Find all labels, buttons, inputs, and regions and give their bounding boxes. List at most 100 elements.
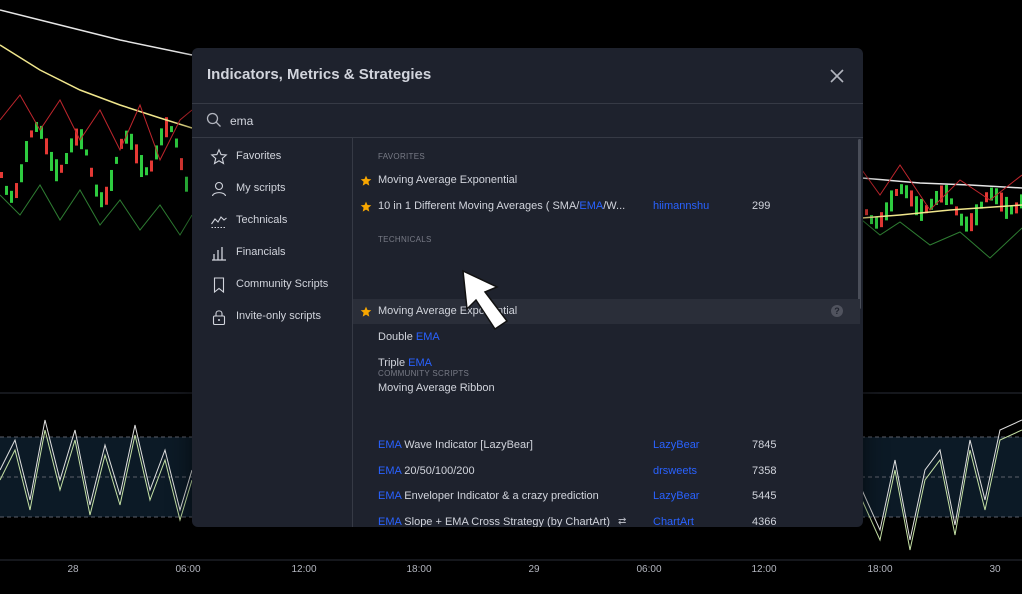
candlestick <box>30 130 33 138</box>
result-row[interactable]: Double EMA <box>353 325 860 350</box>
result-row[interactable]: Moving Average Exponential? <box>353 299 860 324</box>
result-row[interactable]: EMA Enveloper Indicator & a crazy predic… <box>353 484 860 509</box>
candlestick <box>920 198 923 221</box>
candlestick <box>65 153 68 165</box>
candlestick <box>965 216 968 232</box>
results-scrollbar[interactable] <box>858 139 861 309</box>
candlestick <box>130 133 133 150</box>
candlestick <box>135 144 138 164</box>
script-name-text: Slope + EMA Cross Strategy (by ChartArt) <box>401 516 611 527</box>
candlestick <box>115 156 118 164</box>
search-match-highlight: EMA <box>408 356 432 369</box>
script-name: EMA Wave Indicator [LazyBear] <box>378 439 533 451</box>
script-name: 10 in 1 Different Moving Averages ( SMA/… <box>378 200 625 212</box>
sidebar-item-invite-only-scripts[interactable]: Invite-only scripts <box>192 301 352 333</box>
search-match-highlight: EMA <box>378 464 402 477</box>
candlestick <box>895 188 898 196</box>
result-row[interactable]: EMA Slope + EMA Cross Strategy (by Chart… <box>353 510 860 527</box>
script-name-text: Moving Average Exponential <box>378 174 518 186</box>
candlestick <box>950 198 953 205</box>
favorite-star-icon[interactable] <box>360 174 372 192</box>
search-match-highlight: EMA <box>378 490 402 503</box>
indicators-dialog: Indicators, Metrics & Strategies Favorit… <box>192 48 863 527</box>
result-row[interactable]: EMA Wave Indicator [LazyBear] LazyBear 784… <box>353 433 860 458</box>
sidebar-item-label: Technicals <box>236 214 288 226</box>
candlestick <box>1010 206 1013 215</box>
pointer-arrow-icon <box>462 269 509 331</box>
candlestick <box>145 167 148 176</box>
candlestick <box>55 159 58 182</box>
candlestick <box>970 213 973 232</box>
author-link[interactable]: LazyBear <box>653 490 699 502</box>
result-row[interactable]: Moving Average Ribbon <box>353 376 860 401</box>
dialog-header: Indicators, Metrics & Strategies <box>192 48 863 103</box>
script-name: EMA Slope + EMA Cross Strategy (by Chart… <box>378 516 610 527</box>
category-sidebar: Favorites My scripts Technicals Financia… <box>192 137 353 527</box>
result-row[interactable]: Triple EMA <box>353 351 860 376</box>
script-name-text: Moving Average Ribbon <box>378 382 495 395</box>
candlestick <box>85 149 88 156</box>
script-name: Moving Average Exponential <box>378 174 517 186</box>
help-icon[interactable]: ? <box>831 305 843 317</box>
author-link[interactable]: hiimannshu <box>653 200 709 212</box>
candlestick <box>875 216 878 229</box>
sidebar-item-label: Invite-only scripts <box>236 310 321 322</box>
sidebar-item-label: Favorites <box>236 150 282 162</box>
time-axis-label: 06:00 <box>636 564 662 575</box>
favorite-star-icon[interactable] <box>360 200 372 218</box>
search-match-highlight: EMA <box>378 516 402 527</box>
candlestick <box>1000 192 1003 212</box>
section-header-technicals: TECHNICALS <box>378 235 432 244</box>
script-name-text: Wave Indicator [LazyBear] <box>401 439 533 451</box>
script-name-text: 10 in 1 Different Moving Averages ( SMA/ <box>378 199 580 212</box>
candlestick <box>865 209 868 216</box>
candlestick <box>900 184 903 195</box>
sidebar-item-community-scripts[interactable]: Community Scripts <box>192 269 352 301</box>
time-axis-label: 06:00 <box>175 564 201 575</box>
search-match-highlight: EMA <box>415 330 440 343</box>
candlestick <box>170 126 173 133</box>
results-list[interactable]: FAVORITES TECHNICALS COMMUNITY SCRIPTS M… <box>353 137 863 527</box>
sidebar-item-technicals[interactable]: Technicals <box>192 205 352 237</box>
script-name: Double EMA <box>378 331 440 343</box>
search-match-highlight: EMA <box>378 439 402 451</box>
search-match-highlight: EMA <box>579 199 604 212</box>
search-bar <box>192 103 863 138</box>
candlestick <box>890 190 893 212</box>
star-filled-icon <box>360 175 372 186</box>
candlestick <box>880 212 883 228</box>
result-row[interactable]: Moving Average Exponential <box>353 168 860 193</box>
search-icon <box>206 112 221 127</box>
author-link[interactable]: LazyBear <box>653 439 699 451</box>
script-name-text: Triple <box>378 356 409 369</box>
candlestick <box>905 185 908 199</box>
candlestick <box>1005 196 1008 219</box>
sidebar-item-label: My scripts <box>236 182 286 194</box>
result-row[interactable]: 10 in 1 Different Moving Averages ( SMA/… <box>353 194 860 219</box>
script-name-text: 20/50/100/200 <box>401 464 475 477</box>
close-button[interactable] <box>825 64 849 88</box>
author-link[interactable]: drsweets <box>653 465 697 477</box>
close-icon <box>830 69 844 83</box>
sidebar-item-favorites[interactable]: Favorites <box>192 141 352 173</box>
script-name: Triple EMA <box>378 357 432 369</box>
author-link[interactable]: ChartArt <box>653 516 694 527</box>
script-name: EMA 20/50/100/200 <box>378 465 475 477</box>
result-row[interactable]: EMA 20/50/100/200 drsweets 7358 <box>353 459 860 484</box>
sidebar-item-my-scripts[interactable]: My scripts <box>192 173 352 205</box>
candlestick <box>10 190 13 203</box>
candlestick <box>50 151 53 171</box>
search-input[interactable] <box>228 110 832 132</box>
favorite-star-icon[interactable] <box>360 305 372 323</box>
candlestick <box>140 155 143 178</box>
time-axis-label: 30 <box>989 564 1001 575</box>
section-header-favorites: FAVORITES <box>378 152 426 161</box>
candlestick <box>105 186 108 205</box>
candlestick <box>180 158 183 171</box>
like-count: 7358 <box>752 464 777 477</box>
like-count: 5445 <box>752 490 777 503</box>
sidebar-item-financials[interactable]: Financials <box>192 237 352 269</box>
technicals-icon <box>211 216 227 228</box>
script-name: EMA Enveloper Indicator & a crazy predic… <box>378 490 599 502</box>
candlestick <box>95 184 98 197</box>
